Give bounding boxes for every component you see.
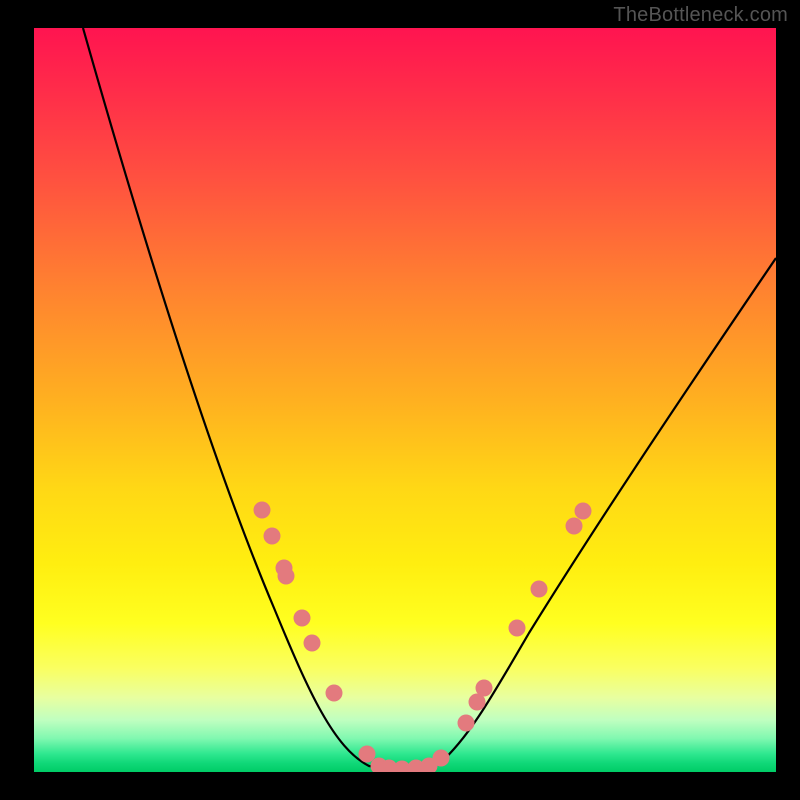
- data-dot: [458, 715, 475, 732]
- data-dot: [359, 746, 376, 763]
- data-dot: [575, 503, 592, 520]
- data-dot: [509, 620, 526, 637]
- data-dot: [294, 610, 311, 627]
- data-dot: [278, 568, 295, 585]
- data-dot: [476, 680, 493, 697]
- data-dot: [264, 528, 281, 545]
- data-dot: [304, 635, 321, 652]
- plot-area: [34, 28, 776, 772]
- right-curve: [409, 258, 776, 770]
- watermark-text: TheBottleneck.com: [613, 4, 788, 27]
- data-dot: [254, 502, 271, 519]
- data-dot: [531, 581, 548, 598]
- chart-container: TheBottleneck.com: [0, 0, 800, 800]
- data-dot: [326, 685, 343, 702]
- data-dot: [566, 518, 583, 535]
- left-curve: [83, 28, 399, 770]
- data-dot: [433, 750, 450, 767]
- curve-svg: [34, 28, 776, 772]
